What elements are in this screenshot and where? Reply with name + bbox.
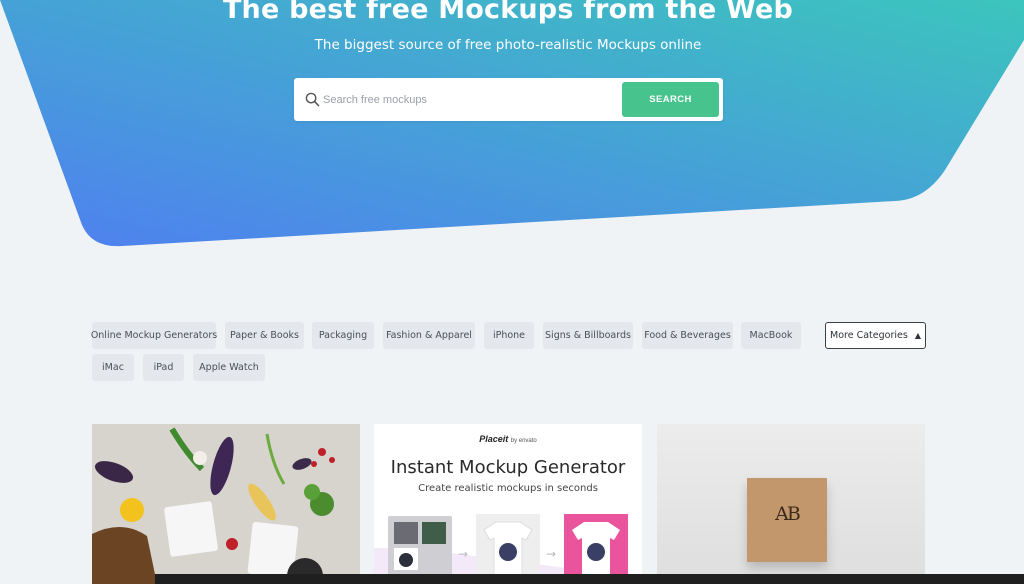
- category-signs-billboards[interactable]: Signs & Billboards: [543, 322, 633, 349]
- category-ipad[interactable]: iPad: [143, 354, 184, 381]
- category-packaging[interactable]: Packaging: [312, 322, 374, 349]
- os-taskbar: [155, 574, 1024, 584]
- chevron-up-icon: ▲: [914, 330, 921, 340]
- search-icon: [305, 92, 320, 107]
- search-box: SEARCH: [294, 78, 723, 121]
- svg-text:→: →: [546, 547, 556, 561]
- category-apple-watch[interactable]: Apple Watch: [193, 354, 265, 381]
- search-input[interactable]: [323, 89, 613, 111]
- category-fashion-apparel[interactable]: Fashion & Apparel: [383, 322, 475, 349]
- placeit-subtitle: Create realistic mockups in seconds: [418, 483, 598, 494]
- box-logo-text: AB: [775, 503, 801, 525]
- category-online-mockup-generators[interactable]: Online Mockup Generators: [91, 322, 217, 349]
- hero-subtitle: The biggest source of free photo-realist…: [314, 37, 702, 53]
- cardboard-box-image: AB: [747, 478, 827, 562]
- placeit-title: Instant Mockup Generator: [390, 457, 626, 478]
- placeit-logo: Placeit by envato: [479, 434, 537, 444]
- more-categories-label: More Categories: [830, 330, 908, 341]
- category-imac[interactable]: iMac: [92, 354, 134, 381]
- hero-title: The best free Mockups from the Web: [222, 0, 794, 25]
- svg-text:→: →: [458, 547, 468, 561]
- placeit-illustration: → →: [374, 508, 642, 584]
- box-mockup-card[interactable]: AB: [657, 424, 925, 584]
- category-paper-books[interactable]: Paper & Books: [225, 322, 304, 349]
- category-food-beverages[interactable]: Food & Beverages: [642, 322, 733, 349]
- search-button[interactable]: SEARCH: [622, 82, 719, 117]
- food-mockup-image: [92, 424, 360, 584]
- food-mockup-card[interactable]: [92, 424, 360, 584]
- category-macbook[interactable]: MacBook: [741, 322, 801, 349]
- placeit-card[interactable]: Placeit by envato Instant Mockup Generat…: [374, 424, 642, 584]
- more-categories-button[interactable]: More Categories ▲: [825, 322, 926, 349]
- category-iphone[interactable]: iPhone: [484, 322, 534, 349]
